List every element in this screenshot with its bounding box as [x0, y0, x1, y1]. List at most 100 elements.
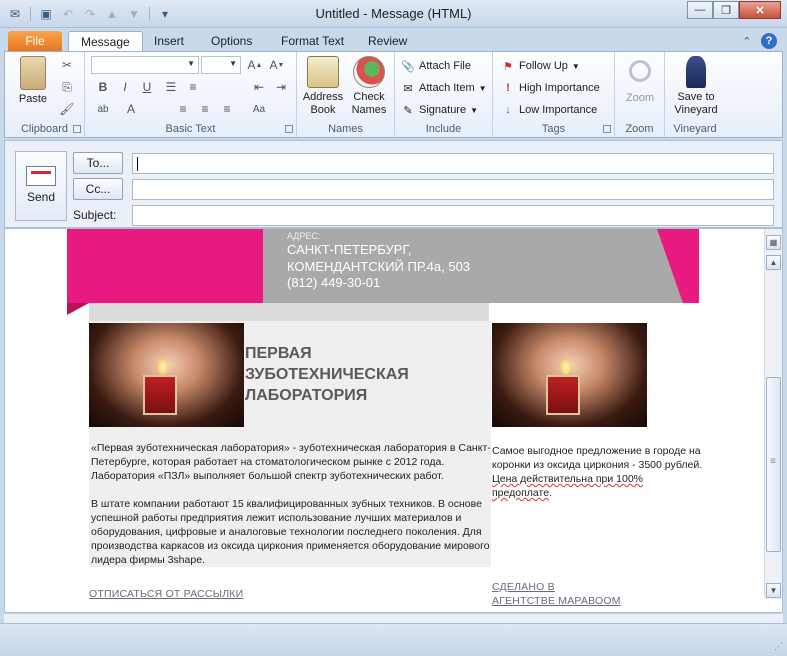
help-icon[interactable]: ? — [761, 33, 777, 49]
decrease-indent-icon[interactable]: ⇤ — [249, 78, 269, 96]
paste-label: Paste — [18, 93, 48, 105]
font-size-combo[interactable]: ▼ — [201, 56, 241, 74]
restore-button[interactable]: ❐ — [713, 1, 739, 19]
tab-message[interactable]: Message — [68, 31, 143, 52]
send-button[interactable]: Send — [15, 151, 67, 221]
send-label: Send — [26, 190, 56, 204]
phone-number: (812) 449-30-01 — [287, 275, 381, 290]
align-right-icon[interactable]: ≡ — [217, 100, 237, 118]
format-painter-icon[interactable]: 🖌 — [57, 100, 77, 118]
offer-paragraph: Самое выгодное предложение в городе на к… — [492, 444, 704, 500]
lighter-photo — [89, 323, 244, 427]
banner-fold — [67, 303, 89, 315]
unsubscribe-link[interactable]: ОТПИСАТЬСЯ ОТ РАССЫЛКИ — [89, 588, 243, 600]
cc-input[interactable] — [132, 179, 774, 200]
save-to-vineyard-button[interactable]: Save to Vineyard — [669, 56, 723, 117]
scroll-down-button[interactable]: ▼ — [766, 583, 781, 598]
window-title: Untitled - Message (HTML) — [315, 6, 472, 21]
attach-file-button[interactable]: 📎 Attach File — [401, 56, 471, 76]
address-label: АДРЕС: — [287, 231, 321, 241]
resize-grip-icon[interactable]: ⋰ — [774, 641, 783, 652]
group-label-zoom: Zoom — [625, 123, 654, 135]
chevron-down-icon: ▼ — [571, 61, 580, 71]
basic-text-launcher-icon[interactable] — [285, 125, 293, 133]
headline-line-3: ЛАБОРАТОРИЯ — [245, 387, 368, 404]
address-book-icon — [307, 56, 339, 88]
bold-button[interactable]: B — [93, 78, 113, 96]
ribbon-tabs: File Message Insert Options Format Text … — [0, 28, 787, 52]
intro-paragraph: «Первая зуботехническая лаборатория» - з… — [91, 442, 491, 482]
tab-format-text[interactable]: Format Text — [269, 31, 356, 52]
italic-button[interactable]: I — [115, 78, 135, 96]
flag-icon: ⚑ — [503, 60, 513, 73]
group-vineyard: Save to Vineyard Vineyard — [665, 52, 725, 137]
low-importance-label: Low Importance — [519, 104, 598, 116]
tags-launcher-icon[interactable] — [603, 125, 611, 133]
group-label-names: Names — [328, 123, 363, 135]
styles-icon[interactable]: Aa — [249, 100, 269, 118]
lighter-photo-right — [492, 323, 647, 427]
highlight-icon[interactable]: ab — [93, 100, 113, 118]
agency-link[interactable]: СДЕЛАНО В АГЕНТСТВЕ МАРАВООМ — [492, 580, 621, 608]
tab-options[interactable]: Options — [199, 31, 264, 52]
vertical-scrollbar[interactable]: ▦ ▲ ▼ — [764, 229, 782, 599]
follow-up-button[interactable]: ⚑ Follow Up ▼ — [501, 56, 580, 76]
people-pane-divider[interactable] — [4, 613, 783, 623]
ribbon-right-controls: ⌃ ? — [739, 33, 777, 49]
tab-insert[interactable]: Insert — [142, 31, 196, 52]
follow-up-label: Follow Up — [519, 60, 568, 72]
signature-icon: ✎ — [403, 104, 413, 117]
send-envelope-icon — [26, 166, 56, 186]
zoom-button[interactable]: Zoom — [619, 56, 661, 105]
arrow-down-icon: ↓ — [505, 104, 511, 116]
shrink-font-icon[interactable]: A ▼ — [267, 56, 287, 74]
align-center-icon[interactable]: ≡ — [195, 100, 215, 118]
font-color-button[interactable]: A — [121, 100, 141, 118]
offer-period: . — [549, 487, 552, 499]
ruler-toggle-icon[interactable]: ▦ — [766, 235, 781, 250]
copy-icon[interactable]: ⎘ — [57, 78, 77, 96]
address-line-1: САНКТ-ПЕТЕРБУРГ, — [287, 242, 412, 257]
agency-line-1: СДЕЛАНО В — [492, 581, 555, 593]
close-button[interactable]: ✕ — [739, 1, 781, 19]
zoom-label: Zoom — [625, 92, 655, 104]
save-to-vineyard-label-1: Save to — [677, 91, 715, 103]
title-bar: ✉ ▣ ↶ ↷ ▲ ▼ ▾ Untitled - Message (HTML) … — [0, 0, 787, 28]
lighter-shape — [546, 375, 580, 415]
increase-indent-icon[interactable]: ⇥ — [271, 78, 291, 96]
to-input[interactable] — [132, 153, 774, 174]
attach-item-button[interactable]: ✉ Attach Item ▼ — [401, 78, 486, 98]
font-name-combo[interactable]: ▼ — [91, 56, 199, 74]
clipboard-launcher-icon[interactable] — [73, 125, 81, 133]
grow-font-icon[interactable]: A ▲ — [245, 56, 265, 74]
status-bar: ⋰ — [0, 623, 787, 656]
bullets-icon[interactable]: ☰ — [161, 78, 181, 96]
clipboard-icon — [20, 56, 46, 90]
align-left-icon[interactable]: ≡ — [173, 100, 193, 118]
tab-review[interactable]: Review — [356, 31, 419, 52]
magnifier-icon — [629, 60, 651, 82]
check-names-button[interactable]: Check Names — [347, 56, 391, 117]
cut-icon[interactable]: ✂ — [57, 56, 77, 74]
high-importance-button[interactable]: ! High Importance — [501, 78, 600, 98]
scroll-up-button[interactable]: ▲ — [766, 255, 781, 270]
underline-button[interactable]: U — [137, 78, 157, 96]
scroll-thumb[interactable] — [766, 377, 781, 552]
subject-input[interactable] — [132, 205, 774, 226]
headline: ПЕРВАЯ ЗУБОТЕХНИЧЕСКАЯ ЛАБОРАТОРИЯ — [245, 343, 409, 406]
tab-file[interactable]: File — [8, 31, 62, 52]
numbering-icon[interactable]: ≡ — [183, 78, 203, 96]
paste-button[interactable]: Paste — [11, 56, 55, 106]
text-caret — [137, 156, 138, 171]
signature-button[interactable]: ✎ Signature ▼ — [401, 100, 478, 120]
headline-line-1: ПЕРВАЯ — [245, 345, 312, 362]
check-names-icon — [353, 56, 385, 88]
minimize-ribbon-icon[interactable]: ⌃ — [739, 33, 755, 49]
address-book-button[interactable]: Address Book — [301, 56, 345, 117]
group-clipboard: Paste ✂ ⎘ 🖌 Clipboard — [5, 52, 85, 137]
message-body[interactable]: АДРЕС: САНКТ-ПЕТЕРБУРГ, КОМЕНДАНТСКИЙ ПР… — [4, 228, 783, 613]
cc-button[interactable]: Cc... — [73, 178, 123, 200]
to-button[interactable]: To... — [73, 152, 123, 174]
low-importance-button[interactable]: ↓ Low Importance — [501, 100, 597, 120]
minimize-button[interactable]: — — [687, 1, 713, 19]
